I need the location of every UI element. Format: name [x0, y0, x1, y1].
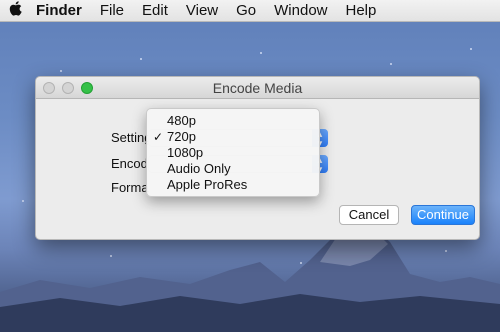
option-label: 480p — [167, 113, 196, 128]
window-title: Encode Media — [212, 80, 303, 96]
encoder-label: Encod — [111, 156, 148, 171]
checkmark-icon: ✓ — [153, 130, 164, 144]
option-label: Apple ProRes — [167, 177, 248, 192]
menu-edit[interactable]: Edit — [133, 2, 177, 19]
menu-help[interactable]: Help — [337, 2, 386, 19]
menu-finder[interactable]: Finder — [30, 2, 91, 19]
setting-dropdown-menu: 480p ✓ 720p 1080p Audio Only Apple ProRe… — [146, 108, 320, 197]
window-titlebar[interactable]: Encode Media — [36, 77, 479, 99]
apple-icon[interactable] — [0, 1, 30, 20]
dropdown-option-1080p[interactable]: 1080p — [147, 145, 319, 161]
menu-window[interactable]: Window — [265, 2, 336, 19]
option-label: Audio Only — [167, 161, 231, 176]
menu-go[interactable]: Go — [227, 2, 265, 19]
menu-file[interactable]: File — [91, 2, 133, 19]
cancel-button[interactable]: Cancel — [339, 205, 399, 225]
dropdown-option-480p[interactable]: 480p — [147, 113, 319, 129]
format-label: Forma — [111, 180, 149, 195]
dropdown-option-720p[interactable]: ✓ 720p — [147, 129, 319, 145]
menu-bar: Finder File Edit View Go Window Help — [0, 0, 500, 22]
option-label: 720p — [167, 129, 196, 144]
continue-button[interactable]: Continue — [411, 205, 475, 225]
dropdown-option-audio-only[interactable]: Audio Only — [147, 161, 319, 177]
dropdown-option-apple-prores[interactable]: Apple ProRes — [147, 177, 319, 193]
menu-view[interactable]: View — [177, 2, 227, 19]
option-label: 1080p — [167, 145, 204, 160]
